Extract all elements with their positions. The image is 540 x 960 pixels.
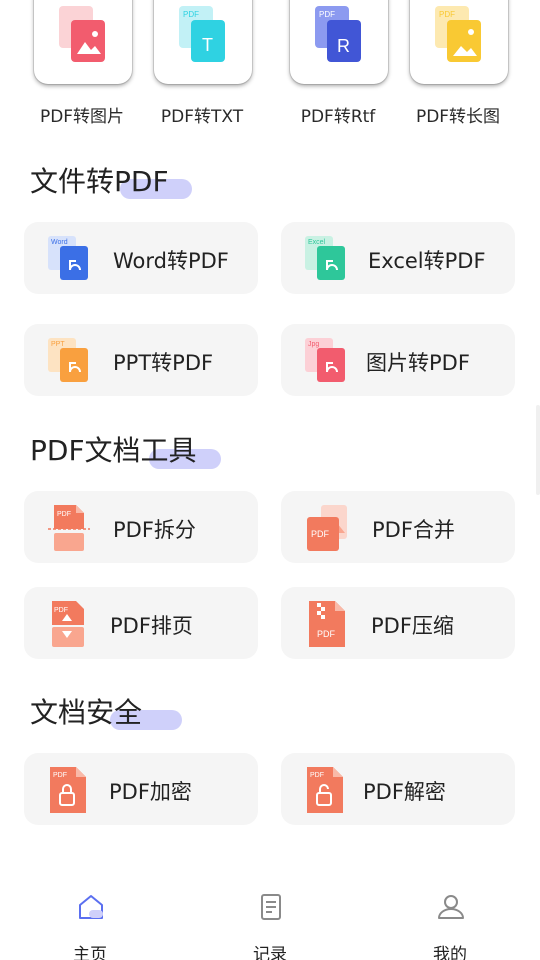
ppt-to-pdf-label: PPT转PDF	[113, 351, 214, 375]
pdf-badge-text: PDF	[57, 511, 71, 518]
pdf-to-rtf-tool[interactable]: PDF R PDF转Rtf	[278, 0, 398, 135]
txt-glyph: T	[202, 35, 213, 55]
pdf-encrypt-label: PDF加密	[109, 780, 192, 804]
word-to-pdf-label: Word转PDF	[113, 249, 229, 273]
jpg-badge-text: Jpg	[308, 341, 319, 348]
section-title-pdf-tools: PDF文档工具	[30, 434, 197, 467]
pdf-to-image-tool[interactable]: PDF转图片	[22, 0, 142, 135]
image-to-pdf-card[interactable]: Jpg 图片转PDF	[281, 324, 515, 396]
pdf-compress-card[interactable]: PDF PDF压缩	[281, 587, 515, 659]
pdf-to-long-image-icon: PDF	[435, 6, 481, 62]
pdf-decrypt-label: PDF解密	[363, 780, 446, 804]
pdf-decrypt-card[interactable]: PDF PDF解密	[281, 753, 515, 825]
profile-icon	[438, 895, 464, 919]
excel-to-pdf-label: Excel转PDF	[368, 249, 486, 273]
record-icon	[261, 894, 281, 920]
jpg-doc-icon: Jpg	[305, 338, 345, 382]
word-doc-icon: Word	[48, 236, 88, 280]
pdf-to-rtf-tile[interactable]: PDF R	[290, 0, 388, 84]
unlock-icon: PDF	[307, 767, 343, 813]
pdf-to-image-label: PDF转图片	[39, 107, 125, 127]
merge-icon: PDF	[307, 505, 347, 551]
pdf-badge-text: PDF	[317, 629, 336, 639]
home-icon	[79, 895, 103, 919]
lock-icon: PDF	[50, 767, 86, 813]
pdf-badge-text: PDF	[53, 772, 67, 779]
excel-doc-icon: Excel	[305, 236, 345, 280]
pdf-convert-row: PDF转图片 PDF T PDF转TXT PDF R PDF转Rtf PDF P…	[0, 0, 540, 135]
pdf-split-label: PDF拆分	[113, 518, 196, 542]
pdf-to-long-image-tool[interactable]: PDF PDF转长图	[398, 0, 518, 135]
ppt-to-pdf-card[interactable]: PPT PPT转PDF	[24, 324, 258, 396]
pdf-compress-label: PDF压缩	[371, 614, 454, 638]
pdf-to-long-image-tile[interactable]: PDF	[410, 0, 508, 84]
reorder-icon: PDF	[52, 601, 84, 647]
split-icon: PDF	[48, 505, 90, 551]
excel-badge-text: Excel	[308, 239, 326, 246]
pdf-badge-text: PDF	[319, 10, 335, 19]
excel-to-pdf-card[interactable]: Excel Excel转PDF	[281, 222, 515, 294]
pdf-to-image-tile[interactable]	[34, 0, 132, 84]
ppt-doc-icon: PPT	[48, 338, 88, 382]
pdf-merge-label: PDF合并	[372, 518, 455, 542]
pdf-reorder-card[interactable]: PDF PDF排页	[24, 587, 258, 659]
pdf-to-txt-tile[interactable]: PDF T	[154, 0, 252, 84]
pdf-to-rtf-label: PDF转Rtf	[300, 107, 376, 127]
nav-record-label: 记录	[253, 945, 287, 960]
pdf-merge-card[interactable]: PDF PDF合并	[281, 491, 515, 563]
pdf-to-image-icon	[59, 6, 105, 62]
pdf-to-long-image-label: PDF转长图	[415, 107, 501, 127]
word-to-pdf-card[interactable]: Word Word转PDF	[24, 222, 258, 294]
pdf-badge-text: PDF	[183, 10, 199, 19]
pdf-badge-text: PDF	[439, 10, 455, 19]
pdf-to-txt-tool[interactable]: PDF T PDF转TXT	[142, 0, 262, 135]
bottom-nav: 主页 记录 我的	[0, 880, 540, 960]
pdf-badge-text: PDF	[311, 529, 330, 539]
ppt-badge-text: PPT	[51, 341, 65, 348]
pdf-badge-text: PDF	[310, 772, 324, 779]
pdf-split-card[interactable]: PDF PDF拆分	[24, 491, 258, 563]
pdf-encrypt-card[interactable]: PDF PDF加密	[24, 753, 258, 825]
image-to-pdf-label: 图片转PDF	[366, 351, 470, 375]
section-title-doc-security: 文档安全	[30, 696, 143, 729]
nav-home-label: 主页	[73, 945, 107, 960]
section-title-file-to-pdf: 文件转PDF	[30, 165, 169, 198]
pdf-to-txt-label: PDF转TXT	[160, 107, 244, 127]
scrollbar[interactable]	[536, 405, 540, 495]
nav-profile-label: 我的	[433, 945, 467, 960]
pdf-badge-text: PDF	[54, 607, 68, 614]
pdf-reorder-label: PDF排页	[110, 614, 193, 638]
rtf-glyph: R	[337, 36, 350, 56]
nav-home[interactable]: 主页	[40, 888, 140, 960]
pdf-to-rtf-icon: PDF R	[315, 6, 361, 62]
word-badge-text: Word	[51, 239, 68, 246]
nav-profile[interactable]: 我的	[400, 888, 500, 960]
compress-icon: PDF	[309, 601, 345, 647]
pdf-to-txt-icon: PDF T	[179, 6, 225, 62]
nav-record[interactable]: 记录	[220, 888, 320, 960]
